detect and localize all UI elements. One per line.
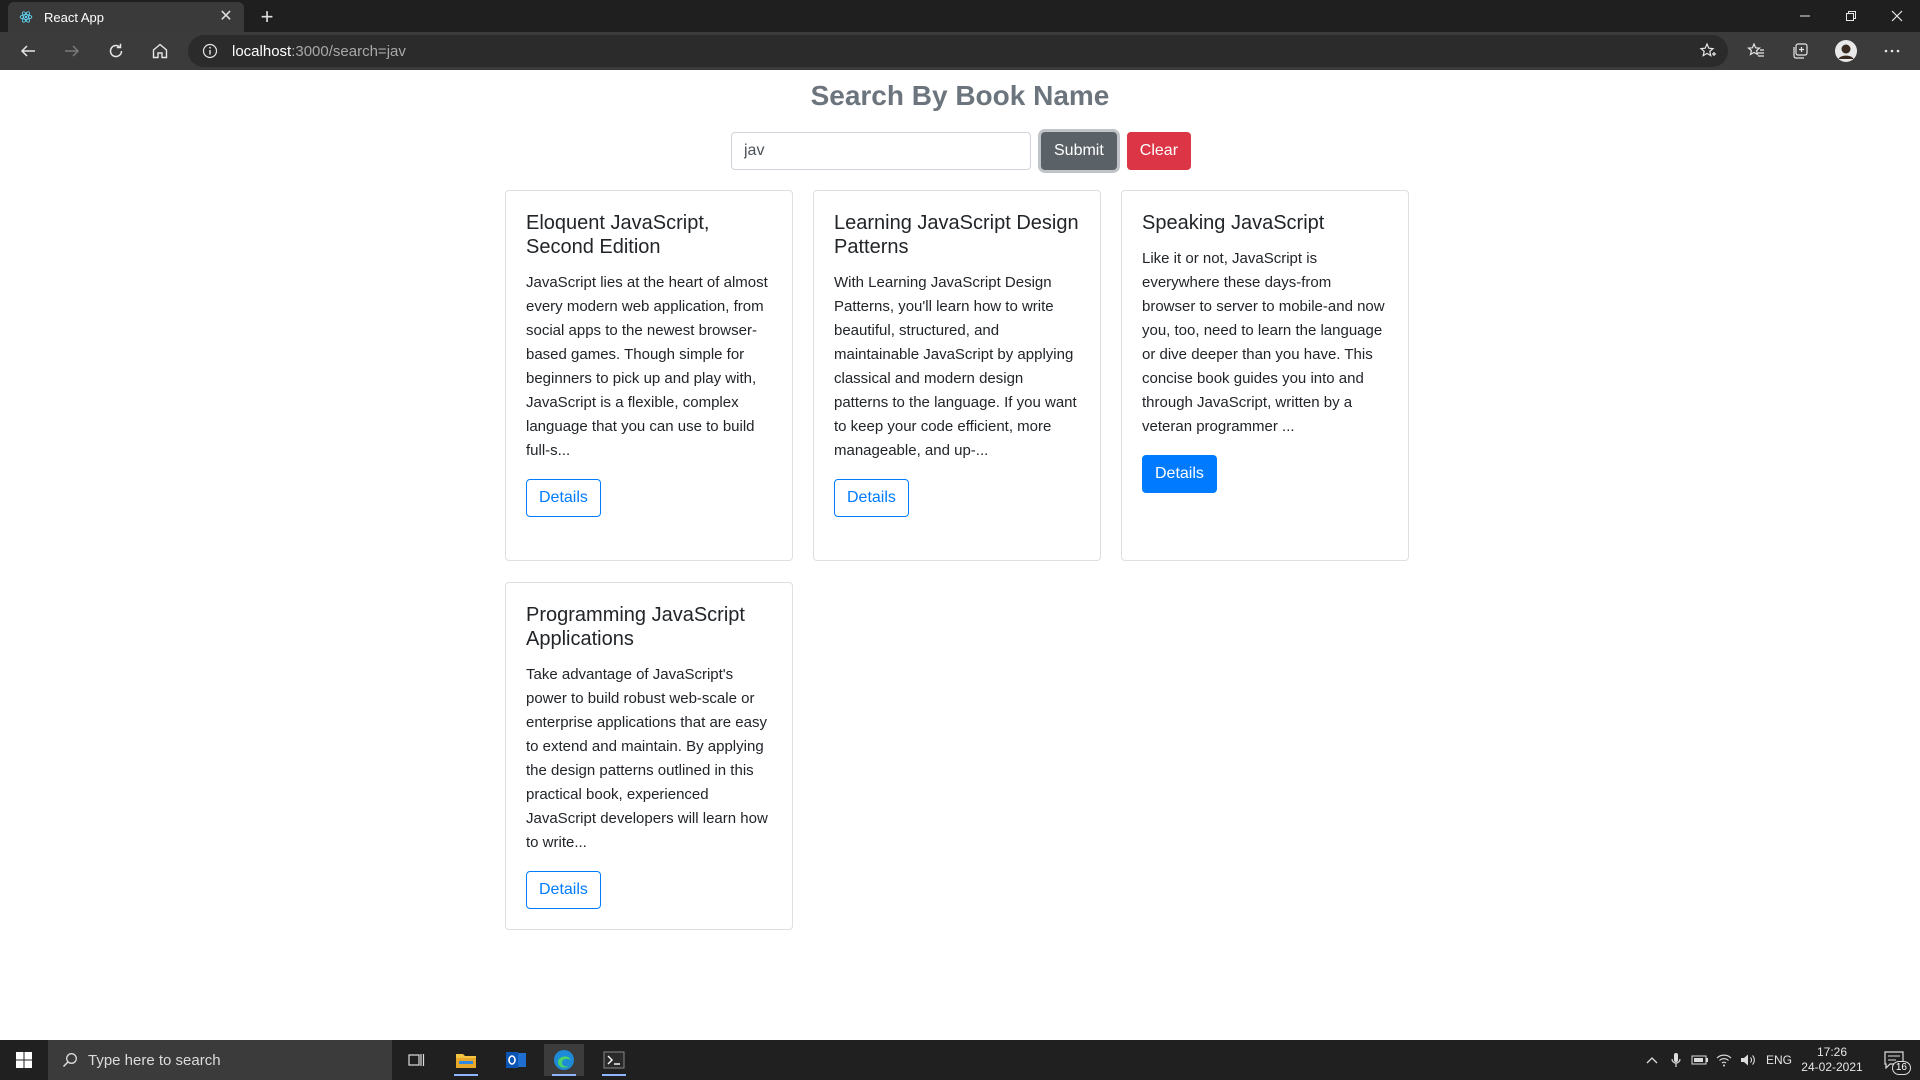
network-tray[interactable] (1712, 1040, 1736, 1080)
search-form: Submit Clear (731, 132, 1192, 170)
tab-title: React App (44, 9, 104, 25)
back-arrow-icon (20, 45, 35, 57)
details-button[interactable]: Details (834, 479, 909, 517)
wifi-icon (1716, 1054, 1732, 1067)
browser-toolbar: localhost:3000/search=jav (0, 32, 1920, 70)
book-title: Learning JavaScript Design Patterns (834, 212, 1079, 258)
microphone-tray[interactable] (1664, 1040, 1688, 1080)
outlook-button[interactable] (496, 1044, 536, 1076)
settings-menu-button[interactable] (1876, 36, 1908, 66)
taskbar: Type here to search ENG 17:26 24-02-2021… (0, 1040, 1920, 1080)
task-view-button[interactable] (396, 1044, 436, 1076)
folder-icon (456, 1054, 476, 1068)
close-window-button[interactable] (1874, 0, 1920, 32)
avatar (1835, 40, 1857, 62)
react-logo-icon (18, 9, 34, 25)
book-description: JavaScript lies at the heart of almost e… (526, 274, 768, 459)
notification-badge: 16 (1891, 1061, 1911, 1075)
edge-icon (554, 1050, 574, 1070)
book-title: Programming JavaScript Applications (526, 604, 745, 650)
outlook-icon (506, 1052, 526, 1068)
submit-button[interactable]: Submit (1041, 132, 1117, 170)
taskbar-search[interactable]: Type here to search (48, 1040, 392, 1080)
info-icon[interactable] (202, 43, 218, 59)
details-button[interactable]: Details (526, 871, 601, 909)
details-button[interactable]: Details (1142, 455, 1217, 493)
details-button[interactable]: Details (526, 479, 601, 517)
book-title: Eloquent JavaScript, Second Edition (526, 212, 710, 258)
search-input[interactable] (731, 132, 1031, 170)
search-placeholder: Type here to search (88, 1051, 221, 1069)
forward-arrow-icon (65, 45, 80, 57)
tab-strip: React App ✕ + (0, 0, 1920, 32)
action-center-button[interactable]: 16 (1874, 1040, 1914, 1080)
profile-button[interactable] (1830, 36, 1862, 66)
file-explorer-button[interactable] (446, 1044, 486, 1076)
microphone-icon (1671, 1053, 1681, 1067)
volume-icon (1741, 1054, 1755, 1066)
star-add-icon (1699, 42, 1716, 57)
book-title: Speaking JavaScript (1142, 212, 1325, 234)
running-indicator (552, 1074, 576, 1076)
address-bar[interactable]: localhost:3000/search=jav (188, 35, 1728, 67)
show-hidden-icons[interactable] (1640, 1040, 1664, 1080)
forward-button[interactable] (56, 36, 88, 66)
favorites-button[interactable] (1740, 36, 1772, 66)
page-title: Search By Book Name (810, 80, 1110, 111)
book-card: Programming JavaScript Applications Take… (505, 582, 793, 930)
more-icon (1884, 49, 1900, 53)
search-icon (62, 1053, 77, 1068)
running-indicator (602, 1074, 626, 1076)
chevron-up-icon (1646, 1057, 1658, 1064)
book-card: Speaking JavaScript Like it or not, Java… (1121, 190, 1409, 561)
book-description: Take advantage of JavaScript's power to … (526, 666, 768, 851)
new-tab-button[interactable]: + (254, 4, 280, 30)
refresh-icon (109, 43, 123, 58)
running-indicator (454, 1074, 478, 1076)
book-card: Learning JavaScript Design Patterns With… (813, 190, 1101, 561)
clock[interactable]: 17:26 24-02-2021 (1800, 1040, 1864, 1080)
clock-time: 17:26 (1816, 1045, 1848, 1059)
book-description: With Learning JavaScript Design Patterns… (834, 274, 1077, 459)
edge-button[interactable] (544, 1044, 584, 1076)
clear-button[interactable]: Clear (1126, 132, 1192, 170)
home-button[interactable] (144, 36, 176, 66)
home-icon (152, 43, 168, 59)
terminal-button[interactable] (594, 1044, 634, 1076)
terminal-icon (603, 1051, 625, 1069)
clock-date: 24-02-2021 (1801, 1060, 1863, 1074)
windows-logo-icon (16, 1052, 32, 1068)
collections-button[interactable] (1784, 36, 1816, 66)
tab-close-icon[interactable]: ✕ (218, 9, 234, 25)
task-view-icon (408, 1054, 425, 1066)
battery-icon (1691, 1055, 1708, 1065)
language-indicator[interactable]: ENG (1762, 1040, 1796, 1080)
collections-icon (1793, 43, 1808, 59)
refresh-button[interactable] (100, 36, 132, 66)
back-button[interactable] (12, 36, 44, 66)
restore-button[interactable] (1828, 0, 1874, 32)
book-card: Eloquent JavaScript, Second Edition Java… (505, 190, 793, 561)
address-host: localhost (232, 42, 292, 60)
book-description: Like it or not, JavaScript is everywhere… (1142, 250, 1385, 435)
browser-tab[interactable]: React App ✕ (8, 2, 244, 32)
volume-tray[interactable] (1736, 1040, 1760, 1080)
minimize-button[interactable] (1782, 0, 1828, 32)
address-path: :3000/search=jav (291, 42, 406, 60)
page-content: Search By Book Name Submit Clear Eloquen… (0, 70, 1920, 1040)
start-button[interactable] (4, 1044, 44, 1076)
favorites-icon (1747, 42, 1764, 57)
battery-tray[interactable] (1688, 1040, 1712, 1080)
add-favorite-button[interactable] (1692, 36, 1724, 66)
